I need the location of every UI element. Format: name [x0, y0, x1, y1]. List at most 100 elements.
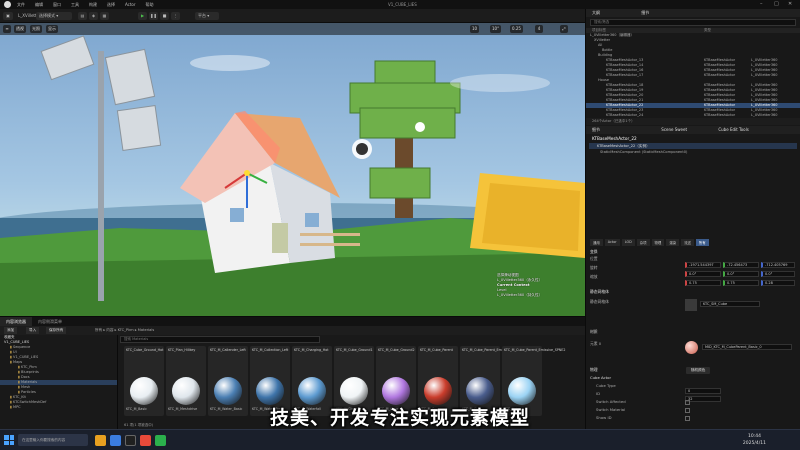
material-preview-sphere [466, 377, 494, 405]
filter-tab-rendering[interactable]: 渲染 [666, 239, 680, 246]
taskbar-search-input[interactable]: 在这里输入你要搜索的内容 [18, 434, 88, 446]
perspective-button[interactable]: 透视 [14, 25, 26, 33]
file-explorer-icon[interactable] [95, 435, 106, 446]
location-row: 位置 -1971.544397 -72.456473 -712.405769 [590, 256, 796, 268]
breadcrumb-pkm[interactable]: KTC_Pkm [118, 328, 134, 332]
camera-speed-button[interactable]: 4 [535, 25, 543, 33]
details-tab-top[interactable]: 细节 [641, 10, 649, 15]
clock-time: 10:44 [747, 434, 761, 439]
component-child-row[interactable]: StaticMeshComponent (StaticMeshComponent… [586, 149, 800, 155]
filter-tab-streaming[interactable]: 流送 [681, 239, 694, 246]
breadcrumb-content[interactable]: 内容 [106, 328, 113, 332]
app-icon[interactable] [140, 435, 151, 446]
save-all-button[interactable]: 保存所有 [46, 327, 67, 334]
menu-window[interactable]: 窗口 [53, 2, 61, 8]
outliner-list: L_XVilletter360（编辑器） XVilletter All Bottle B… [586, 33, 800, 118]
add-button[interactable]: 添加 [4, 327, 18, 334]
level-viewport[interactable]: ≡ 透视 光照 显示 10 10° 0.25 4 ⤢ 选择滑动视图 L_XVil… [0, 23, 585, 316]
filter-tab-misc[interactable]: 杂项 [636, 239, 650, 246]
cube-type-label: Cube Type [596, 383, 616, 388]
taskbar-clock: 10:44 2025/4/11 [743, 433, 766, 447]
pause-icon[interactable]: ❚❚ [149, 12, 158, 20]
outliner-row-label: KTBaseMeshActor_21 [606, 98, 644, 102]
stop-icon[interactable]: ■ [160, 12, 169, 20]
scale-snap-button[interactable]: 0.25 [510, 25, 523, 33]
static-mesh-picker[interactable]: KTC_SM_Cube [700, 301, 760, 307]
add-label: 添加 [7, 328, 15, 332]
cinematics-icon[interactable]: ▦ [100, 12, 109, 20]
asset-label: KTC_M_Cube_Parent_Emissive_SPNE [462, 348, 522, 352]
windows-start-icon[interactable] [4, 435, 14, 445]
grid-snap-button[interactable]: 10 [470, 25, 480, 33]
scale-z-field[interactable]: 0.28 [761, 280, 795, 286]
play-icon[interactable]: ▶ [138, 12, 147, 20]
breadcrumb-all[interactable]: 所有 [95, 328, 102, 332]
materials-section[interactable]: 材质 [590, 329, 796, 338]
filter-tab-general[interactable]: 通用 [590, 239, 603, 246]
details-tab[interactable]: 细节 [592, 127, 600, 132]
content-tabs: 内容浏览器 内容侧滑菜单 [0, 317, 585, 326]
outliner-row[interactable]: KTBaseMeshActor_24 KTBaseMeshActor L_XVill… [586, 113, 800, 118]
lit-button[interactable]: 光照 [30, 25, 42, 33]
outliner-tab[interactable]: 大纲 [592, 10, 600, 15]
viewport-toolbar: ≡ 透视 光照 显示 10 10° 0.25 4 ⤢ [0, 23, 585, 35]
outliner-search-input[interactable]: 搜索/筛选 [590, 19, 796, 26]
breadcrumb-materials[interactable]: Materials [138, 328, 154, 332]
angle-snap-button[interactable]: 10° [490, 25, 502, 33]
outliner-row-label: Bottle [602, 48, 613, 52]
edge-icon[interactable] [110, 435, 121, 446]
menu-tools[interactable]: 工具 [71, 2, 79, 8]
scale-y-field[interactable]: 0.75 [723, 280, 759, 286]
asset-label: KTC_M_Callender_Left [210, 348, 246, 352]
outliner-row-label: XVilletter [594, 38, 611, 42]
menu-edit[interactable]: 编辑 [35, 2, 43, 8]
menu-help[interactable]: 帮助 [146, 2, 154, 8]
menu-file[interactable]: 文件 [17, 2, 25, 8]
unreal-taskbar-icon[interactable] [125, 435, 136, 446]
filter-tab-lod[interactable]: LOD [621, 239, 635, 246]
scale-label: 缩放 [590, 274, 598, 279]
outliner-row-label: Building [598, 53, 613, 57]
minimize-icon[interactable]: – [760, 1, 763, 7]
filter-tab-physics[interactable]: 物理 [651, 239, 665, 246]
import-button[interactable]: 导入 [26, 327, 40, 334]
folder-label: Maps [13, 360, 23, 364]
material-picker[interactable]: MID_KTC_M_CubeParent_Basic_0 [702, 344, 792, 350]
more-icon[interactable]: ⋮ [171, 12, 180, 20]
save-icon[interactable]: ▣ [3, 12, 13, 20]
breadcrumb: 所有 ▸ 内容 ▸ KTC_Pkm ▸ Materials [95, 328, 155, 332]
menu-build[interactable]: 构建 [89, 2, 97, 8]
menu-bar: 文件 编辑 窗口 工具 构建 选择 Actor 帮助 V1_CUBE_LIES … [0, 0, 800, 9]
menu-select[interactable]: 选择 [107, 2, 115, 8]
wechat-icon[interactable] [155, 435, 166, 446]
viewport-menu-icon[interactable]: ≡ [3, 25, 11, 33]
scale-x-field[interactable]: 0.75 [685, 280, 721, 286]
outliner-row-label: KTBaseMeshActor_24 [606, 113, 644, 117]
asset-label: KTC_M_Cube_Ground1 [336, 348, 373, 352]
outliner-col-label[interactable]: 项目标签 [592, 28, 606, 32]
static-mesh-section[interactable]: 静态网格体 [590, 289, 796, 298]
filter-tab-actor[interactable]: Actor [604, 239, 620, 246]
maximize-viewport-icon[interactable]: ⤢ [560, 25, 568, 33]
blueprint-icon[interactable]: ◈ [89, 12, 98, 20]
selection-mode-dropdown[interactable]: 选择模式 ▾ [36, 12, 72, 20]
platform-dropdown[interactable]: 平台 ▾ [195, 12, 219, 20]
content-browser-tab[interactable]: 内容浏览器 [0, 317, 32, 326]
rotation-row: 旋转 0.0° 0.0° 0.0° [590, 265, 796, 277]
content-icon[interactable]: ▤ [78, 12, 87, 20]
maximize-icon[interactable]: □ [774, 1, 779, 7]
random-color-button[interactable]: 随机颜色 [686, 367, 711, 374]
details-actor-name: KTBaseMeshActor_22 [592, 136, 637, 141]
clock-date: 2025/4/11 [742, 441, 766, 446]
scene-sweet-tab[interactable]: Scene Sweet [661, 127, 687, 132]
asset-search-input[interactable]: 搜索 Materials [120, 336, 320, 343]
filter-tab-all[interactable]: 所有 [695, 239, 709, 246]
static-mesh-label: 静态网格体 [590, 299, 609, 304]
menu-actor[interactable]: Actor [125, 2, 136, 7]
content-drawer-tab[interactable]: 内容侧滑菜单 [32, 317, 68, 326]
material-preview-sphere [172, 377, 200, 405]
cube-edit-tools-tab[interactable]: Cube Edit Tools [718, 127, 748, 132]
show-button[interactable]: 显示 [46, 25, 58, 33]
details-filter-tabs: 通用 Actor LOD 杂项 物理 渲染 流送 所有 [590, 239, 709, 246]
close-icon[interactable]: ✕ [788, 1, 792, 7]
